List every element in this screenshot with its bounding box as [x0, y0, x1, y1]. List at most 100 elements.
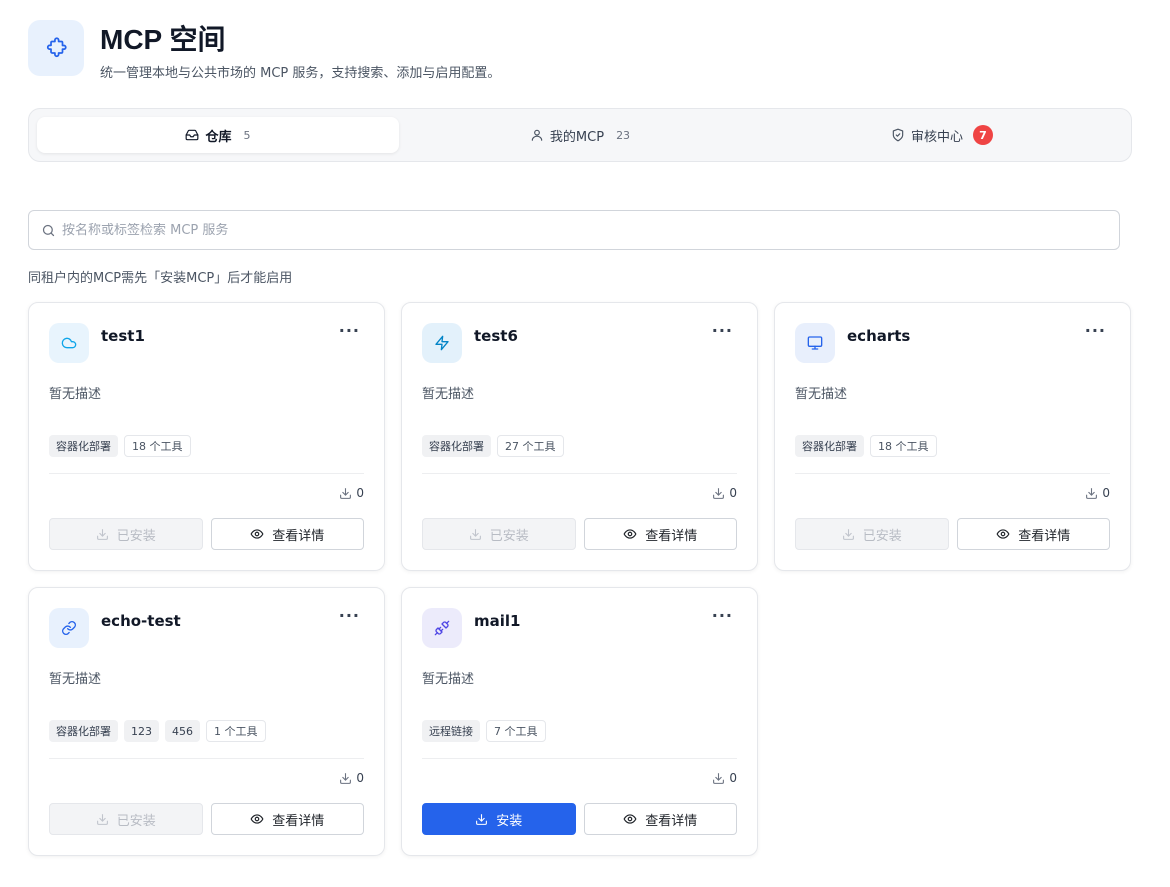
download-icon: [339, 487, 352, 500]
download-count: 0: [339, 486, 364, 500]
card-actions: 已安装 查看详情: [422, 518, 737, 550]
search-box: [28, 210, 1120, 250]
more-options-button[interactable]: ···: [339, 321, 360, 340]
tab-count: 5: [243, 128, 251, 142]
card-actions: 已安装 查看详情: [795, 518, 1110, 550]
download-count: 0: [712, 486, 737, 500]
card-tags: 容器化部署 18 个工具: [49, 435, 191, 457]
installed-button[interactable]: 已安装: [49, 803, 203, 835]
cloud-icon: [49, 323, 89, 363]
mcp-card[interactable]: test1 ··· 暂无描述容器化部署 18 个工具 0 已安装 查看详情: [28, 302, 385, 571]
button-label: 查看详情: [272, 528, 325, 544]
divider: [49, 758, 364, 759]
card-title: mail1: [474, 612, 521, 630]
view-details-button[interactable]: 查看详情: [210, 803, 364, 835]
monitor-icon: [795, 323, 835, 363]
download-count: 0: [1085, 486, 1110, 500]
notification-badge: 7: [973, 125, 993, 145]
tab-repository[interactable]: 仓库 5: [37, 117, 399, 153]
download-count: 0: [339, 771, 364, 785]
download-icon: [475, 813, 488, 826]
card-description: 暂无描述: [422, 387, 475, 402]
download-count-value: 0: [356, 771, 364, 785]
view-details-button[interactable]: 查看详情: [956, 518, 1110, 550]
button-label: 查看详情: [645, 813, 698, 829]
plug-icon: [422, 608, 462, 648]
card-tool-count: 18 个工具: [870, 435, 937, 457]
download-icon: [96, 813, 109, 826]
eye-icon: [250, 527, 264, 541]
download-count-value: 0: [729, 486, 737, 500]
mcp-card[interactable]: test6 ··· 暂无描述容器化部署 27 个工具 0 已安装 查看详情: [401, 302, 758, 571]
search-input[interactable]: [62, 222, 1062, 238]
divider: [422, 758, 737, 759]
view-details-button[interactable]: 查看详情: [210, 518, 364, 550]
button-label: 已安装: [116, 528, 156, 544]
more-options-button[interactable]: ···: [712, 321, 733, 340]
card-tool-count: 18 个工具: [124, 435, 191, 457]
download-icon: [1085, 487, 1098, 500]
card-description: 暂无描述: [795, 387, 848, 402]
download-count: 0: [712, 771, 737, 785]
card-tool-count: 27 个工具: [497, 435, 564, 457]
tab-bar: 仓库 5 我的MCP 23 审核中心 7: [28, 108, 1132, 162]
installed-button[interactable]: 已安装: [422, 518, 576, 550]
eye-icon: [250, 812, 264, 826]
view-details-button[interactable]: 查看详情: [583, 518, 737, 550]
card-tag: 456: [165, 720, 200, 742]
download-count-value: 0: [1102, 486, 1110, 500]
tab-review-center[interactable]: 审核中心 7: [761, 117, 1123, 153]
card-title: test6: [474, 327, 518, 345]
card-tag: 容器化部署: [422, 435, 491, 457]
divider: [422, 473, 737, 474]
card-title: test1: [101, 327, 145, 345]
card-tags: 远程链接 7 个工具: [422, 720, 546, 742]
download-icon: [96, 528, 109, 541]
button-label: 安装: [496, 813, 523, 829]
button-label: 查看详情: [645, 528, 698, 544]
download-icon: [469, 528, 482, 541]
install-hint: 同租户内的MCP需先「安装MCP」后才能启用: [28, 271, 293, 286]
eye-icon: [623, 527, 637, 541]
installed-button[interactable]: 已安装: [49, 518, 203, 550]
card-tags: 容器化部署 18 个工具: [795, 435, 937, 457]
shield-check-icon: [891, 128, 905, 142]
button-label: 已安装: [489, 528, 529, 544]
more-options-button[interactable]: ···: [339, 606, 360, 625]
tab-my-mcp[interactable]: 我的MCP 23: [399, 117, 761, 153]
card-title: echarts: [847, 327, 911, 345]
install-button[interactable]: 安装: [422, 803, 576, 835]
more-options-button[interactable]: ···: [712, 606, 733, 625]
card-actions: 安装 查看详情: [422, 803, 737, 835]
search-icon: [41, 223, 56, 238]
card-tag: 容器化部署: [49, 720, 118, 742]
card-description: 暂无描述: [49, 387, 102, 402]
button-label: 查看详情: [272, 813, 325, 829]
mcp-card[interactable]: echarts ··· 暂无描述容器化部署 18 个工具 0 已安装 查看详情: [774, 302, 1131, 571]
download-count-value: 0: [729, 771, 737, 785]
puzzle-icon: [28, 20, 84, 76]
installed-button[interactable]: 已安装: [795, 518, 949, 550]
page-header: MCP 空间 统一管理本地与公共市场的 MCP 服务，支持搜索、添加与启用配置。: [28, 20, 500, 81]
card-tag: 远程链接: [422, 720, 480, 742]
divider: [795, 473, 1110, 474]
mcp-card[interactable]: mail1 ··· 暂无描述 远程链接 7 个工具 0 安装 查看详情: [401, 587, 758, 856]
card-tool-count: 7 个工具: [486, 720, 546, 742]
tab-count: 23: [616, 128, 631, 142]
button-label: 查看详情: [1018, 528, 1071, 544]
card-description: 暂无描述: [49, 672, 102, 687]
tab-label: 仓库: [205, 129, 232, 145]
download-icon: [712, 487, 725, 500]
page-title: MCP 空间: [100, 24, 226, 55]
zap-icon: [422, 323, 462, 363]
user-icon: [530, 128, 544, 142]
card-tags: 容器化部署 27 个工具: [422, 435, 564, 457]
view-details-button[interactable]: 查看详情: [583, 803, 737, 835]
mcp-card[interactable]: echo-test ··· 暂无描述 容器化部署 123 456 1 个工具 0 已安装 查看详情: [28, 587, 385, 856]
eye-icon: [996, 527, 1010, 541]
download-icon: [339, 772, 352, 785]
more-options-button[interactable]: ···: [1085, 321, 1106, 340]
card-actions: 已安装 查看详情: [49, 518, 364, 550]
eye-icon: [623, 812, 637, 826]
tab-label: 审核中心: [910, 129, 963, 145]
